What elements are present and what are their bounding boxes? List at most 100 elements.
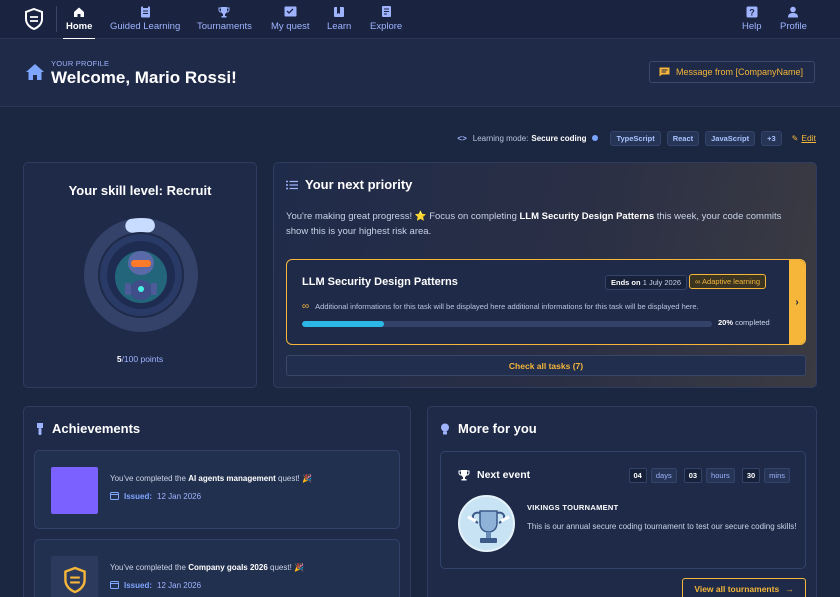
adaptive-label: Adaptive learning (702, 277, 760, 286)
pct-value: 20% (718, 318, 734, 327)
nav-help[interactable]: ? Help (742, 5, 762, 35)
check-all-tasks-button[interactable]: Check all tasks (7) (286, 355, 806, 376)
issued-label: Issued: (124, 581, 153, 590)
calendar-icon (110, 580, 119, 591)
calendar-icon (110, 491, 119, 502)
achv-post: quest! 🎉 (267, 563, 304, 572)
countdown-hours: 03 (683, 468, 703, 483)
skill-title: Your skill level: Recruit (68, 183, 212, 198)
message-button[interactable]: Message from [CompanyName] (649, 61, 815, 83)
learning-mode-row: <> Learning mode: Secure coding TypeScri… (457, 130, 816, 146)
nav-profile[interactable]: Profile (780, 5, 807, 35)
next-event-title: Next event (477, 469, 531, 481)
priority-text-a: You're making great progress! ⭐ Focus on… (286, 211, 520, 222)
skill-points: 5/100 points (24, 354, 256, 364)
next-event-panel[interactable]: Next event 04 days 03 hours 30 mins VIKINGS… (440, 451, 806, 569)
nav-home[interactable]: Home (62, 5, 96, 40)
achv-bold: AI agents management (188, 474, 276, 483)
shield-logo-icon (63, 566, 86, 593)
event-description: This is our annual secure coding tournam… (527, 522, 797, 531)
nav-learn-label: Learn (327, 21, 352, 32)
profile-kicker: YOUR PROFILE (51, 59, 110, 68)
message-button-label: Message from [CompanyName] (676, 67, 804, 77)
achievement-issued: Issued: 12 Jan 2026 (110, 491, 201, 502)
infinity-icon: ∞ (695, 277, 701, 286)
code-icon: <> (457, 133, 467, 143)
message-icon (659, 67, 670, 77)
ends-date: 1 July 2026 (642, 278, 682, 287)
chip-more[interactable]: +3 (761, 130, 782, 146)
priority-text-bold: LLM Security Design Patterns (519, 211, 655, 222)
achv-pre: You've completed the (110, 474, 189, 483)
nav-explore[interactable]: Explore (370, 5, 402, 35)
countdown-days-unit: days (650, 468, 677, 483)
nav-learn[interactable]: Learn (327, 5, 351, 35)
issued-date: 12 Jan 2026 (157, 492, 202, 501)
medal-icon (37, 422, 43, 435)
skill-progress-ring (84, 218, 198, 332)
adaptive-learning-badge: ∞ Adaptive learning (689, 274, 766, 289)
achievements-title: Achievements (52, 421, 141, 436)
priority-task-card[interactable]: LLM Security Design Patterns Ends on 1 J… (286, 259, 806, 345)
event-name: VIKINGS TOURNAMENT (527, 503, 619, 512)
document-icon (379, 5, 393, 18)
view-all-tournaments-button[interactable]: View all tournaments → (682, 578, 806, 597)
achievement-item[interactable]: You've completed the Company goals 2026 … (34, 539, 400, 597)
next-priority-card: Your next priority You're making great p… (273, 162, 817, 388)
issued-label: Issued: (124, 492, 153, 501)
event-countdown: 04 days 03 hours 30 mins (628, 468, 793, 483)
achievement-text: You've completed the AI agents managemen… (110, 474, 312, 483)
nav-help-label: Help (742, 21, 762, 32)
nav-divider (56, 6, 57, 32)
svg-text:?: ? (749, 7, 755, 17)
home-icon (72, 5, 86, 18)
priority-heading: Your next priority (286, 177, 412, 192)
chip-typescript[interactable]: TypeScript (610, 130, 661, 146)
avatar (107, 241, 175, 309)
chip-javascript[interactable]: JavaScript (705, 130, 756, 146)
nav-my-quest-label: My quest (271, 21, 310, 32)
next-event-heading: Next event (458, 469, 530, 481)
nav-guided-learning[interactable]: Guided Learning (110, 5, 180, 35)
countdown-mins: 30 (741, 468, 761, 483)
tournament-trophy-image (458, 495, 515, 552)
edit-link[interactable]: Edit (801, 133, 816, 143)
achievement-issued: Issued: 12 Jan 2026 (110, 580, 201, 591)
logo-icon[interactable] (24, 8, 44, 30)
more-for-you-card: More for you Next event 04 days 03 hours 3… (427, 406, 817, 597)
nav-profile-label: Profile (780, 21, 807, 32)
help-icon: ? (745, 5, 759, 18)
achievement-badge (51, 556, 98, 597)
achievement-text: You've completed the Company goals 2026 … (110, 563, 304, 572)
learning-mode-label: Learning mode: (472, 133, 529, 143)
achievement-item[interactable]: You've completed the AI agents managemen… (34, 450, 400, 529)
priority-title: Your next priority (305, 177, 413, 192)
task-info: ∞ Additional informations for this task … (302, 301, 699, 312)
task-progress-fill (302, 321, 384, 327)
nav-my-quest[interactable]: My quest (271, 5, 310, 35)
lightbulb-icon (441, 423, 449, 434)
task-progress-label: 20% completed (718, 318, 770, 327)
nav-guided-learning-label: Guided Learning (110, 21, 181, 32)
countdown-days: 04 (628, 468, 647, 483)
chevron-right-icon[interactable]: › (789, 260, 805, 344)
ends-label: Ends on (611, 278, 641, 287)
home-icon (26, 64, 44, 80)
list-icon (286, 180, 298, 189)
countdown-mins-unit: mins (764, 468, 790, 483)
nav-tournaments[interactable]: Tournaments (197, 5, 252, 35)
trophy-icon (458, 470, 470, 481)
achievement-badge (51, 467, 98, 514)
skill-level-card: Your skill level: Recruit 5/100 points (23, 162, 257, 388)
achv-bold: Company goals 2026 (188, 563, 268, 572)
info-dot-icon[interactable] (592, 135, 599, 141)
chip-react[interactable]: React (666, 130, 700, 146)
points-total: /100 points (121, 354, 164, 364)
nav-home-label: Home (66, 21, 93, 32)
pct-label: completed (735, 318, 770, 327)
nav-tournaments-label: Tournaments (197, 21, 252, 32)
issued-date: 12 Jan 2026 (157, 581, 202, 590)
infinity-icon: ∞ (302, 301, 310, 312)
achievements-heading: Achievements (36, 421, 140, 436)
top-navigation: Home Guided Learning Tournaments My ques… (0, 0, 840, 40)
